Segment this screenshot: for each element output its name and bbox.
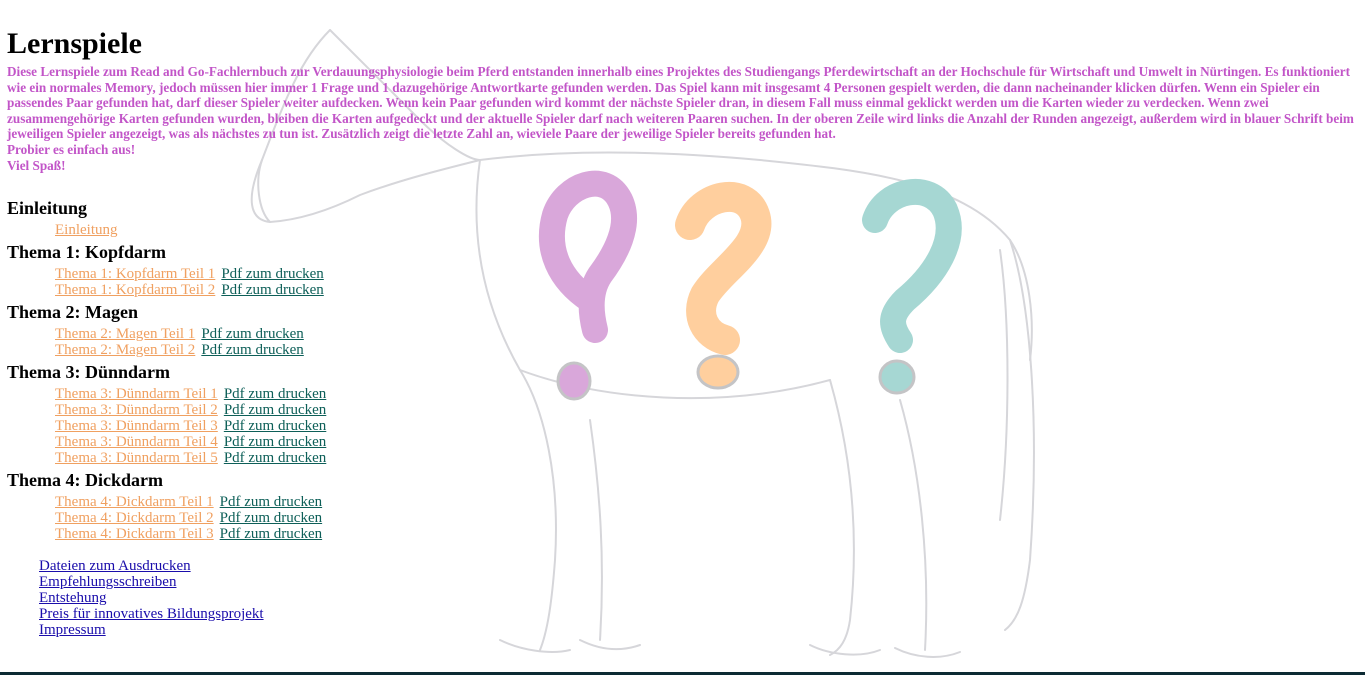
list-item: Thema 1: Kopfdarm Teil 1 Pdf zum drucken [55,266,324,282]
list-item: Einleitung [55,222,118,238]
game-link[interactable]: Einleitung [55,222,118,238]
section-heading-thema-1: Thema 1: Kopfdarm [7,242,166,262]
list-item: Thema 3: Dünndarm Teil 3 Pdf zum drucken [55,418,326,434]
section-heading-einleitung: Einleitung [7,198,88,218]
game-link[interactable]: Thema 3: Dünndarm Teil 4 [55,434,218,450]
game-link[interactable]: Thema 2: Magen Teil 1 [55,326,195,342]
pdf-link[interactable]: Pdf zum drucken [201,342,303,358]
intro-paragraph: Viel Spaß! [7,157,66,173]
list-item: Thema 4: Dickdarm Teil 3 Pdf zum drucken [55,526,322,542]
footer-link-empfehlungsschreiben[interactable]: Empfehlungsschreiben [39,574,176,590]
game-link[interactable]: Thema 3: Dünndarm Teil 1 [55,386,218,402]
list-item: Thema 4: Dickdarm Teil 1 Pdf zum drucken [55,494,322,510]
list-item: Thema 4: Dickdarm Teil 2 Pdf zum drucken [55,510,322,526]
list-item: Thema 3: Dünndarm Teil 5 Pdf zum drucken [55,450,326,466]
game-link[interactable]: Thema 1: Kopfdarm Teil 2 [55,282,215,298]
pdf-link[interactable]: Pdf zum drucken [224,450,326,466]
game-link[interactable]: Thema 4: Dickdarm Teil 2 [55,510,214,526]
game-link[interactable]: Thema 4: Dickdarm Teil 3 [55,526,214,542]
game-link[interactable]: Thema 1: Kopfdarm Teil 1 [55,266,215,282]
section-heading-thema-2: Thema 2: Magen [7,302,138,322]
pdf-link[interactable]: Pdf zum drucken [224,402,326,418]
page-title: Lernspiele [7,27,142,60]
list-item: Thema 3: Dünndarm Teil 4 Pdf zum drucken [55,434,326,450]
section-heading-thema-3: Thema 3: Dünndarm [7,362,171,382]
list-item: Thema 3: Dünndarm Teil 2 Pdf zum drucken [55,402,326,418]
intro-paragraph: Probier es einfach aus! [7,141,136,157]
pdf-link[interactable]: Pdf zum drucken [220,494,322,510]
footer-link-entstehung[interactable]: Entstehung [39,590,107,606]
question-mark-orange [675,182,772,355]
game-link[interactable]: Thema 2: Magen Teil 2 [55,342,195,358]
game-link[interactable]: Thema 3: Dünndarm Teil 2 [55,402,218,418]
pdf-link[interactable]: Pdf zum drucken [224,418,326,434]
pdf-link[interactable]: Pdf zum drucken [224,386,326,402]
pdf-link[interactable]: Pdf zum drucken [221,266,323,282]
footer-link-impressum[interactable]: Impressum [39,622,106,638]
intro-paragraph: Diese Lernspiele zum Read and Go-Fachler… [7,64,1354,142]
pdf-link[interactable]: Pdf zum drucken [224,434,326,450]
game-link[interactable]: Thema 4: Dickdarm Teil 1 [55,494,214,510]
section-heading-thema-4: Thema 4: Dickdarm [7,470,163,490]
game-link[interactable]: Thema 3: Dünndarm Teil 3 [55,418,218,434]
pdf-link[interactable]: Pdf zum drucken [221,282,323,298]
footer-link-preis[interactable]: Preis für innovatives Bildungsprojekt [39,606,264,622]
list-item: Thema 1: Kopfdarm Teil 2 Pdf zum drucken [55,282,324,298]
list-item: Thema 2: Magen Teil 1 Pdf zum drucken [55,326,304,342]
game-link[interactable]: Thema 3: Dünndarm Teil 5 [55,450,218,466]
intro-text: Diese Lernspiele zum Read and Go-Fachler… [7,64,1365,173]
footer-link-dateien[interactable]: Dateien zum Ausdrucken [39,558,191,574]
question-mark-purple [538,170,637,343]
question-mark-teal [862,179,962,353]
pdf-link[interactable]: Pdf zum drucken [201,326,303,342]
pdf-link[interactable]: Pdf zum drucken [220,526,322,542]
pdf-link[interactable]: Pdf zum drucken [220,510,322,526]
list-item: Thema 3: Dünndarm Teil 1 Pdf zum drucken [55,386,326,402]
list-item: Thema 2: Magen Teil 2 Pdf zum drucken [55,342,304,358]
